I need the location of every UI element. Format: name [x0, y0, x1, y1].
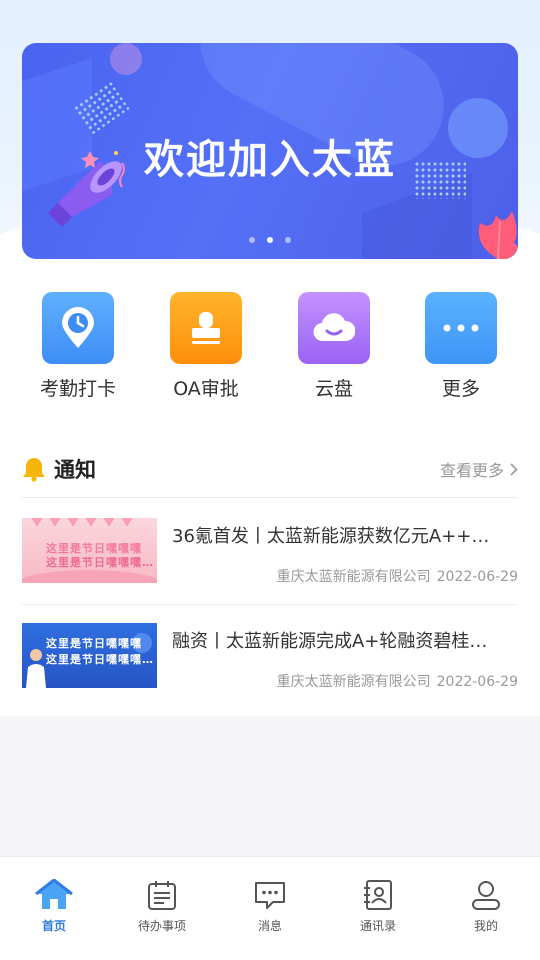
- shortcut-attendance[interactable]: 考勤打卡: [23, 292, 133, 401]
- nav-contacts[interactable]: 通讯录: [324, 879, 432, 934]
- news-meta: 重庆太蓝新能源有限公司 2022-06-29: [277, 671, 518, 691]
- stamp-icon: [170, 292, 242, 364]
- location-clock-icon: [42, 292, 114, 364]
- home-icon: [35, 879, 73, 909]
- news-meta: 重庆太蓝新能源有限公司 2022-06-29: [277, 566, 518, 586]
- shortcut-label: 更多: [441, 378, 480, 400]
- shortcut-more[interactable]: 更多: [406, 292, 516, 401]
- shortcut-label: 云盘: [314, 378, 353, 400]
- view-more-link[interactable]: 查看更多: [440, 457, 518, 481]
- shortcut-grid: 考勤打卡 OA审批 云盘 更多: [0, 292, 540, 412]
- pagination-dot-active[interactable]: [267, 237, 273, 243]
- thumbnail-text: 这里是节日嘿嘿嘿…: [46, 556, 154, 569]
- news-item[interactable]: 这里是节日嘿嘿嘿 这里是节日嘿嘿嘿… 36氪首发丨太蓝新能源获数亿元A++… 重…: [22, 518, 518, 588]
- welcome-banner[interactable]: 欢迎加入太蓝: [22, 43, 518, 259]
- shortcut-label: 考勤打卡: [39, 378, 116, 400]
- user-icon: [472, 881, 500, 910]
- nav-label: 通讯录: [359, 919, 396, 933]
- contacts-icon: [364, 880, 392, 910]
- banner-pagination: [22, 228, 518, 247]
- nav-profile[interactable]: 我的: [432, 879, 540, 934]
- banner-title: 欢迎加入太蓝: [144, 137, 396, 183]
- section-title: 通知: [54, 458, 96, 482]
- chevron-right-icon: [510, 463, 518, 476]
- thumbnail-text: 这里是节日嘿嘿嘿: [46, 637, 142, 650]
- banner-decoration: [110, 43, 142, 75]
- news-source: 重庆太蓝新能源有限公司: [276, 569, 431, 585]
- nav-label: 消息: [257, 919, 282, 933]
- news-title: 36氪首发丨太蓝新能源获数亿元A++…: [172, 526, 490, 547]
- nav-label: 待办事项: [137, 919, 186, 933]
- nav-messages[interactable]: 消息: [216, 879, 324, 934]
- news-title: 融资丨太蓝新能源完成A+轮融资碧桂…: [172, 631, 488, 652]
- notice-header: 通知 查看更多: [22, 452, 518, 486]
- bottom-navigation: 首页 待办事项 消息 通讯录 我的: [0, 856, 540, 960]
- nav-label: 我的: [473, 919, 498, 933]
- news-item[interactable]: 这里是节日嘿嘿嘿 这里是节日嘿嘿嘿… 融资丨太蓝新能源完成A+轮融资碧桂… 重庆…: [22, 623, 518, 693]
- cloud-icon: [298, 292, 370, 364]
- pagination-dot[interactable]: [285, 237, 291, 243]
- shortcut-cloud-disk[interactable]: 云盘: [279, 292, 389, 401]
- divider: [22, 497, 518, 498]
- news-thumbnail: 这里是节日嘿嘿嘿 这里是节日嘿嘿嘿…: [22, 518, 157, 583]
- divider: [22, 604, 518, 605]
- todo-icon: [148, 881, 176, 910]
- nav-todo[interactable]: 待办事项: [108, 879, 216, 934]
- shortcut-oa-approval[interactable]: OA审批: [151, 292, 261, 401]
- more-dots-icon: [425, 292, 497, 364]
- news-date: 2022-06-29: [436, 569, 518, 585]
- pagination-dot[interactable]: [249, 237, 255, 243]
- view-more-label: 查看更多: [439, 461, 504, 480]
- news-source: 重庆太蓝新能源有限公司: [276, 674, 431, 690]
- news-date: 2022-06-29: [436, 674, 518, 690]
- nav-label: 首页: [41, 919, 66, 933]
- nav-home[interactable]: 首页: [0, 879, 108, 934]
- news-thumbnail: 这里是节日嘿嘿嘿 这里是节日嘿嘿嘿…: [22, 623, 157, 688]
- thumbnail-text: 这里是节日嘿嘿嘿…: [46, 653, 154, 666]
- shortcut-label: OA审批: [173, 378, 239, 400]
- bell-icon: [23, 458, 45, 482]
- message-icon: [255, 882, 285, 909]
